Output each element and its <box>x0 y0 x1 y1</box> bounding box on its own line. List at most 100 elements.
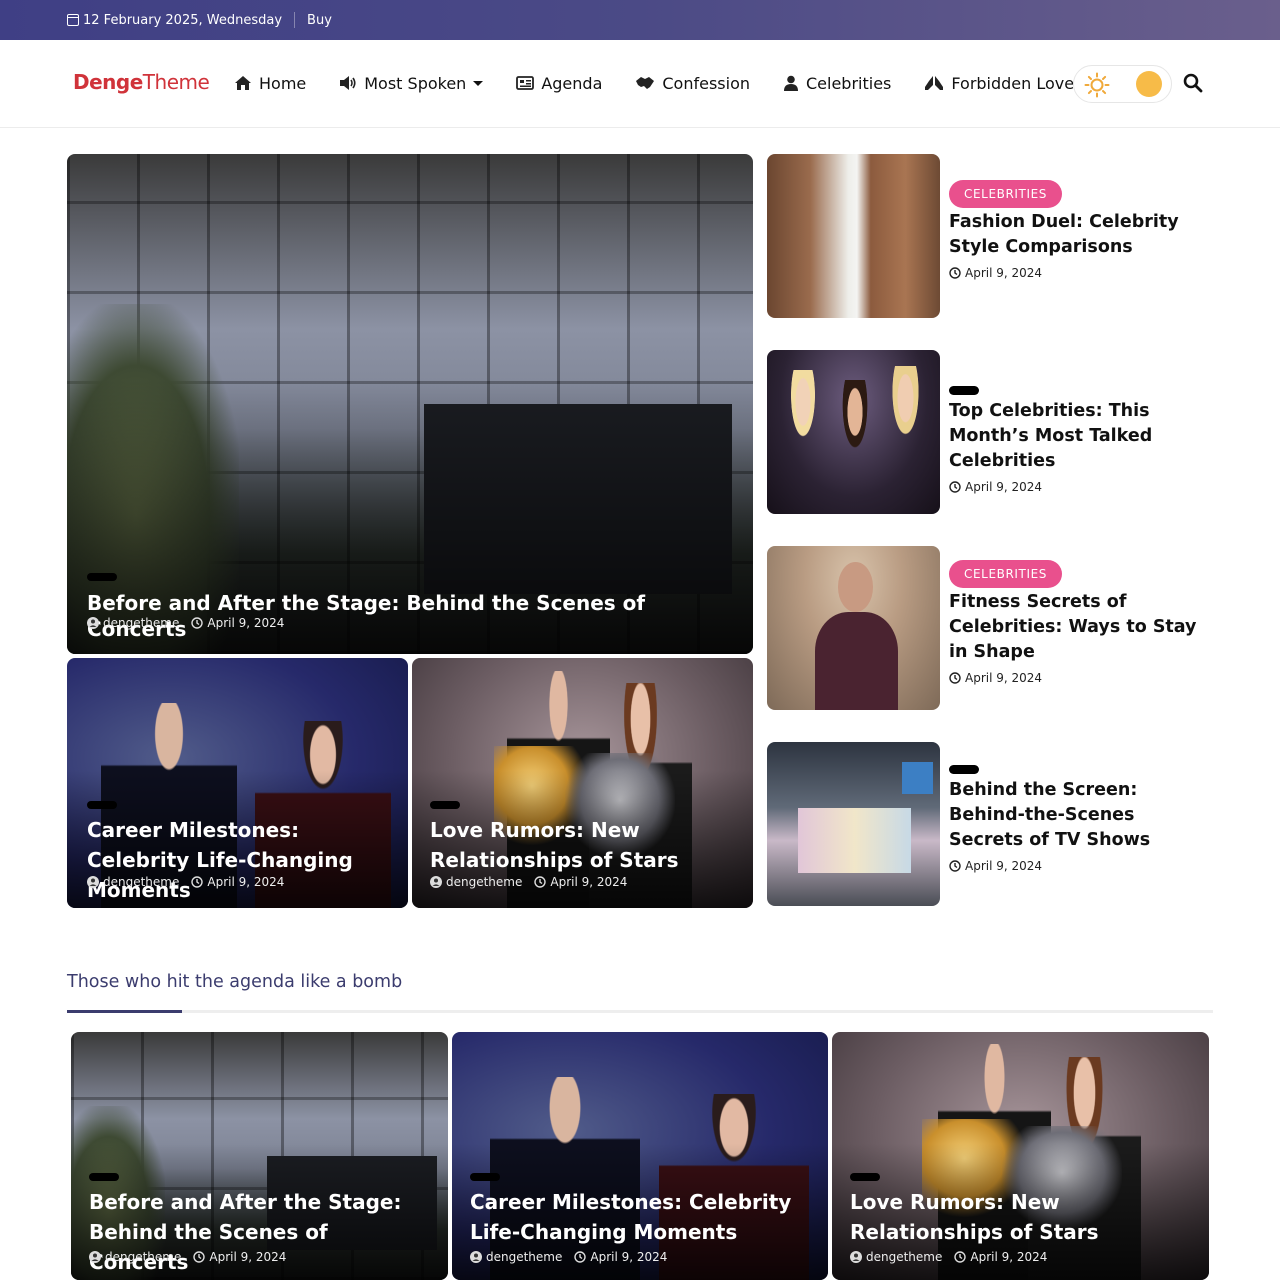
logo-bold: Denge <box>73 70 143 94</box>
buy-link[interactable]: Buy <box>307 13 332 28</box>
clock-icon <box>949 860 961 872</box>
post-meta: dengetheme April 9, 2024 <box>470 1250 667 1264</box>
category-pill[interactable] <box>87 801 117 809</box>
clock-icon <box>191 617 204 629</box>
post-title[interactable]: Fashion Duel: Celebrity Style Comparison… <box>949 210 1214 260</box>
side-thumb-fitness[interactable] <box>767 546 940 710</box>
user-circle-icon <box>470 1251 482 1263</box>
category-pill[interactable] <box>850 1173 880 1181</box>
featured-card-right[interactable]: Love Rumors: New Relationships of Stars … <box>412 658 753 908</box>
post-date: April 9, 2024 <box>207 875 285 889</box>
post-date: April 9, 2024 <box>965 480 1043 494</box>
category-pill[interactable] <box>430 801 460 809</box>
post-author[interactable]: dengetheme <box>446 875 522 889</box>
agenda-card-2[interactable]: Career Milestones: Celebrity Life-Changi… <box>452 1032 828 1280</box>
main-nav: Home Most Spoken Agenda Confession Celeb… <box>234 70 1107 96</box>
side-thumb-party[interactable] <box>767 350 940 514</box>
post-author[interactable]: dengetheme <box>105 1250 181 1264</box>
category-pill[interactable] <box>949 386 979 395</box>
post-title[interactable]: Behind the Screen: Behind-the-Scenes Sec… <box>949 778 1214 853</box>
agenda-card-3[interactable]: Love Rumors: New Relationships of Stars … <box>832 1032 1209 1280</box>
side-post-2: Top Celebrities: This Month’s Most Talke… <box>949 386 1214 494</box>
post-date: April 9, 2024 <box>209 1250 287 1264</box>
nav-most-spoken[interactable]: Most Spoken <box>339 73 484 93</box>
top-bar: 12 February 2025, Wednesday Buy <box>0 0 1280 40</box>
nav-home[interactable]: Home <box>234 74 306 93</box>
post-date: April 9, 2024 <box>550 875 628 889</box>
clock-icon <box>534 876 547 888</box>
user-circle-icon <box>87 876 99 888</box>
user-icon <box>784 75 798 91</box>
category-pill[interactable] <box>89 1173 119 1181</box>
agenda-card-1[interactable]: Before and After the Stage: Behind the S… <box>71 1032 448 1280</box>
post-title[interactable]: Love Rumors: New Relationships of Stars <box>850 1187 1200 1247</box>
category-badge[interactable]: CELEBRITIES <box>949 560 1063 588</box>
home-icon <box>235 76 251 90</box>
post-date: April 9, 2024 <box>590 1250 668 1264</box>
nav-confession[interactable]: Confession <box>635 74 750 93</box>
search-icon[interactable] <box>1183 73 1203 93</box>
post-author[interactable]: dengetheme <box>103 616 179 630</box>
nav-label: Home <box>259 73 307 93</box>
side-post-3: CELEBRITIES Fitness Secrets of Celebriti… <box>949 560 1214 685</box>
side-thumb-tv-studio[interactable] <box>767 742 940 906</box>
nav-label: Confession <box>662 73 750 93</box>
clock-icon <box>949 267 961 279</box>
current-date: 12 February 2025, Wednesday <box>83 12 283 28</box>
logo-light: Theme <box>142 70 210 94</box>
handshake-icon <box>636 77 655 89</box>
user-circle-icon <box>850 1251 862 1263</box>
clock-icon <box>191 876 204 888</box>
theme-toggle[interactable] <box>1073 65 1172 103</box>
post-date: April 9, 2024 <box>965 266 1043 280</box>
post-title[interactable]: Career Milestones: Celebrity Life-Changi… <box>87 815 397 905</box>
divider <box>294 12 296 28</box>
post-meta: April 9, 2024 <box>949 480 1214 494</box>
category-pill[interactable] <box>949 765 979 774</box>
clock-icon <box>954 1251 967 1263</box>
post-meta: April 9, 2024 <box>949 859 1214 873</box>
clock-icon <box>949 672 961 684</box>
post-date: April 9, 2024 <box>970 1250 1048 1264</box>
post-date: April 9, 2024 <box>207 616 285 630</box>
clock-icon <box>949 481 961 493</box>
user-circle-icon <box>87 617 99 629</box>
praying-hands-icon <box>925 76 944 90</box>
newspaper-icon <box>516 76 535 90</box>
clock-icon <box>574 1251 587 1263</box>
post-meta: April 9, 2024 <box>949 266 1214 280</box>
site-logo[interactable]: DengeTheme <box>73 70 210 94</box>
category-pill[interactable] <box>87 573 117 581</box>
user-circle-icon <box>89 1251 101 1263</box>
post-meta: dengetheme April 9, 2024 <box>87 875 284 889</box>
nav-label: Forbidden Love <box>951 73 1075 93</box>
post-author[interactable]: dengetheme <box>103 875 179 889</box>
featured-card-main[interactable]: Before and After the Stage: Behind the S… <box>67 154 753 654</box>
side-post-1: CELEBRITIES Fashion Duel: Celebrity Styl… <box>949 180 1214 280</box>
nav-forbidden-love[interactable]: Forbidden Love <box>924 74 1074 93</box>
nav-label: Most Spoken <box>364 73 467 93</box>
post-author[interactable]: dengetheme <box>866 1250 942 1264</box>
side-thumb-fashion[interactable] <box>767 154 940 318</box>
section-divider <box>67 1010 1213 1013</box>
post-meta: dengetheme April 9, 2024 <box>850 1250 1047 1264</box>
toggle-knob[interactable] <box>1136 71 1162 97</box>
user-circle-icon <box>430 876 442 888</box>
post-title[interactable]: Career Milestones: Celebrity Life-Changi… <box>470 1187 820 1247</box>
nav-agenda[interactable]: Agenda <box>516 74 602 93</box>
post-author[interactable]: dengetheme <box>486 1250 562 1264</box>
category-badge[interactable]: CELEBRITIES <box>949 180 1063 208</box>
nav-label: Agenda <box>541 73 603 93</box>
nav-celebrities[interactable]: Celebrities <box>783 74 891 93</box>
post-title[interactable]: Love Rumors: New Relationships of Stars <box>430 815 730 875</box>
featured-card-left[interactable]: Career Milestones: Celebrity Life-Changi… <box>67 658 408 908</box>
post-meta: April 9, 2024 <box>949 671 1214 685</box>
post-title[interactable]: Top Celebrities: This Month’s Most Talke… <box>949 399 1214 474</box>
post-date: April 9, 2024 <box>965 859 1043 873</box>
category-pill[interactable] <box>470 1173 500 1181</box>
sun-icon <box>1084 72 1110 98</box>
post-title[interactable]: Fitness Secrets of Celebrities: Ways to … <box>949 590 1214 665</box>
site-header: DengeTheme Home Most Spoken Agenda Confe… <box>0 40 1280 128</box>
megaphone-icon <box>340 76 356 90</box>
chevron-down-icon <box>473 80 484 86</box>
